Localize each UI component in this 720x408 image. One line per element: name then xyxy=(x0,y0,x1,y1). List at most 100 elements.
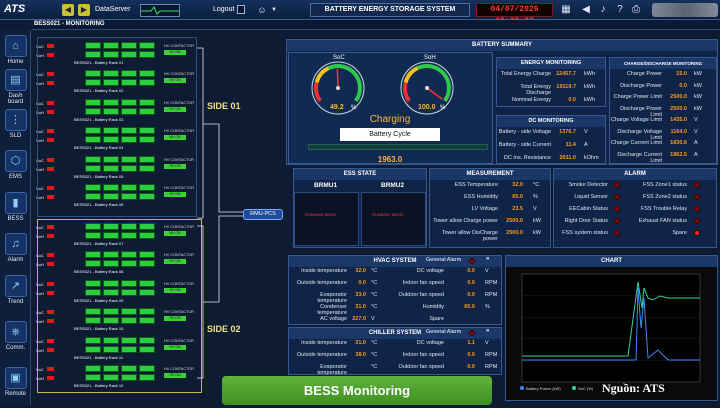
alarm-item-label: FSS Zone1 status xyxy=(642,182,687,188)
chiller-general-alarm-label: General Alarm xyxy=(426,329,462,335)
help-icon[interactable]: ? xyxy=(614,4,626,16)
chiller-row-unit: RPM xyxy=(485,352,498,358)
trend-chart[interactable]: Battery Power (kW) SoC (%) xyxy=(508,268,715,398)
alarm-led xyxy=(694,218,700,224)
datetime-display: 04/07/2026 19:29:27 xyxy=(476,3,553,26)
sidebar-item-ems[interactable]: ⬡ EMS xyxy=(1,147,30,191)
source-caption: Nguồn: ATS xyxy=(602,381,665,395)
print-icon[interactable]: ⎙ xyxy=(630,4,642,16)
brmu1-box xyxy=(294,192,359,246)
network-icon: ⎈ xyxy=(4,321,27,343)
sidebar-item-sld[interactable]: ⋮ SLD xyxy=(1,106,30,150)
soh-gauge-arc xyxy=(416,64,451,103)
chiller-row-unit: °C xyxy=(371,352,378,358)
dc-row-value: 1376.7 xyxy=(559,129,576,135)
forward-button[interactable]: ▶ xyxy=(78,4,90,16)
dc-monitoring-title: DC MONITORING xyxy=(497,116,605,127)
measurement-row-unit: kW xyxy=(533,230,541,236)
hvac-row-label: Spare xyxy=(429,316,444,322)
logout-icon[interactable] xyxy=(237,5,245,14)
charge-row-value: 0.0 xyxy=(679,82,687,89)
sidebar-item-bess[interactable]: ▮ BESS xyxy=(1,189,30,233)
legend-swatch xyxy=(572,386,576,390)
trend-icon: ↗ xyxy=(4,275,27,297)
chiller-row-unit: °C xyxy=(371,340,378,346)
soc-unit: % xyxy=(351,105,357,111)
sidebar-item-comm[interactable]: ⎈ Comm. xyxy=(1,318,30,362)
chart-title: CHART xyxy=(506,256,717,267)
hvac-expand-button[interactable]: » xyxy=(486,256,489,262)
hvac-row-value: 0.0 xyxy=(467,280,475,286)
hvac-row-value: 0.0 xyxy=(467,292,475,298)
charge-row-value: 1164.0 xyxy=(670,128,687,135)
alarm-led xyxy=(614,206,620,212)
energy-row-value: 19119.7 xyxy=(556,84,576,90)
soh-value: 100.0 xyxy=(418,104,436,111)
hvac-row-unit: °C xyxy=(371,280,378,286)
measurement-row-value: 65.0 xyxy=(512,194,523,200)
hvac-row-value: 0.0 xyxy=(467,268,475,274)
sld-icon: ⋮ xyxy=(4,109,27,131)
hvac-row-value: 31.0 xyxy=(355,304,366,310)
charge-row-unit: V xyxy=(694,128,698,135)
chiller-row-value: 0.0 xyxy=(467,364,475,370)
charge-row-label: Charge Power Limit xyxy=(613,94,662,100)
battery-cycle-value: 1963.0 xyxy=(377,155,403,164)
charge-row-label: Charge Voltage Limit xyxy=(610,117,662,123)
hvac-row-label: Outside temperature xyxy=(296,280,347,286)
charging-status: Charging xyxy=(369,114,411,125)
measurement-title: MEASUREMENT xyxy=(430,169,550,180)
back-button[interactable]: ◀ xyxy=(62,4,74,16)
sub-header: BESS021 - MONITORING xyxy=(32,20,720,30)
chiller-row-label: DC voltage xyxy=(416,340,444,346)
charge-row-unit: V xyxy=(694,117,698,123)
alarm-led xyxy=(694,230,700,236)
charge-discharge-title: CHARGE/DISCHARGE MONITORING xyxy=(610,58,716,69)
charge-row-label: Charge Current Limit xyxy=(610,140,662,146)
dc-row-label: Battery - side Voltage xyxy=(498,129,551,135)
legend-battery-power: Battery Power (kW) xyxy=(526,386,561,391)
hvac-row-unit: RPM xyxy=(485,292,498,298)
chevron-down-icon[interactable]: ▼ xyxy=(268,4,280,16)
bell-icon[interactable]: ♪ xyxy=(597,4,609,16)
chiller-row-label: Outside temperature xyxy=(296,352,347,358)
speaker-icon[interactable]: ◀ xyxy=(580,4,592,16)
calendar-icon[interactable]: ▦ xyxy=(560,4,572,16)
alarm-led xyxy=(614,218,620,224)
sidebar-item-remote[interactable]: ▣ Remote xyxy=(1,364,30,408)
alarm-item-label: Liquid Sensor xyxy=(574,194,608,200)
charge-row-unit: kW xyxy=(694,105,702,112)
battery-icon: ▮ xyxy=(4,192,27,214)
chart-plot-area xyxy=(521,273,701,383)
chiller-row-value: 38.0 xyxy=(355,352,366,358)
sidebar-item-dashboard[interactable]: ▤ Dash board xyxy=(1,66,30,110)
busbar-lines xyxy=(197,47,243,379)
charge-row-label: Discharge Power Limit xyxy=(620,105,662,118)
brmu2-label: BRMU2 xyxy=(381,182,405,189)
ems-icon: ⬡ xyxy=(4,150,27,172)
sidebar-item-alarm[interactable]: ♫ Alarm xyxy=(1,230,30,274)
hvac-row-unit: °C xyxy=(371,304,378,310)
logout-button[interactable]: Logout xyxy=(213,6,234,13)
hvac-row-unit: °C xyxy=(371,268,378,274)
side-02-frame xyxy=(37,219,202,393)
charge-row-label: Discharge Current Limit xyxy=(617,151,662,164)
chiller-row-value: 31.0 xyxy=(355,340,366,346)
measurement-row-unit: °C xyxy=(533,182,540,188)
chiller-general-alarm-led xyxy=(469,330,475,336)
measurement-row-value: 32.0 xyxy=(512,182,523,188)
chiller-row-unit: °C xyxy=(371,364,378,370)
rmu-pcs-node[interactable]: RMU-PCS xyxy=(243,209,283,220)
chiller-expand-button[interactable]: » xyxy=(486,328,489,334)
redacted-area xyxy=(652,3,718,17)
dc-row-label: Battery - side Current xyxy=(498,142,551,148)
user-icon[interactable]: ☺ xyxy=(256,4,268,16)
hvac-row-value: 33.0 xyxy=(355,292,366,298)
measurement-row-unit: kW xyxy=(533,218,541,224)
sidebar-item-trend[interactable]: ↗ Trend xyxy=(1,272,30,316)
hvac-row-unit: % xyxy=(485,304,490,310)
charge-row-unit: kW xyxy=(694,71,702,77)
chiller-row-unit: RPM xyxy=(485,364,498,370)
measurement-row-value: 2500.0 xyxy=(506,230,523,236)
legend-swatch xyxy=(520,386,524,390)
